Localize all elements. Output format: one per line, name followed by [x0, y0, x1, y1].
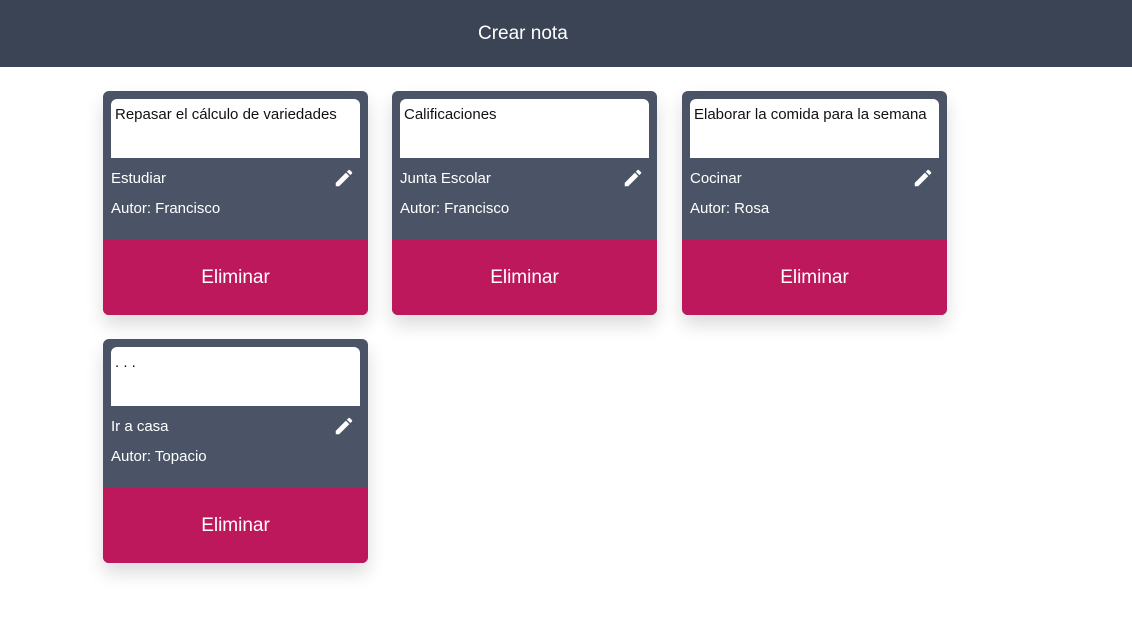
note-card: Repasar el cálculo de variedades Estudia…: [103, 91, 368, 315]
note-card: Calificaciones Junta Escolar Autor: Fran…: [392, 91, 657, 315]
note-card: . . . Ir a casa Autor: Topacio Eliminar: [103, 339, 368, 563]
note-author: Autor: Francisco: [111, 200, 221, 217]
note-body: Calificaciones: [400, 99, 649, 158]
pencil-icon[interactable]: [333, 167, 355, 189]
note-body: . . .: [111, 347, 360, 406]
note-card: Elaborar la comida para la semana Cocina…: [682, 91, 947, 315]
note-body: Repasar el cálculo de variedades: [111, 99, 360, 158]
note-author: Autor: Rosa: [690, 200, 770, 217]
delete-note-button[interactable]: Eliminar: [682, 240, 947, 315]
note-title: Cocinar: [690, 170, 742, 187]
note-author: Autor: Francisco: [400, 200, 510, 217]
pencil-icon[interactable]: [912, 167, 934, 189]
delete-note-button[interactable]: Eliminar: [103, 240, 368, 315]
pencil-icon[interactable]: [622, 167, 644, 189]
note-title: Estudiar: [111, 170, 167, 187]
note-body: Elaborar la comida para la semana: [690, 99, 939, 158]
note-title: Junta Escolar: [400, 170, 491, 187]
note-title: Ir a casa: [111, 418, 169, 435]
delete-note-button[interactable]: Eliminar: [103, 488, 368, 563]
delete-note-button[interactable]: Eliminar: [392, 240, 657, 315]
create-note-button[interactable]: Crear nota: [478, 22, 568, 46]
top-bar: Crear nota: [0, 0, 1132, 67]
note-author: Autor: Topacio: [111, 448, 207, 465]
pencil-icon[interactable]: [333, 415, 355, 437]
